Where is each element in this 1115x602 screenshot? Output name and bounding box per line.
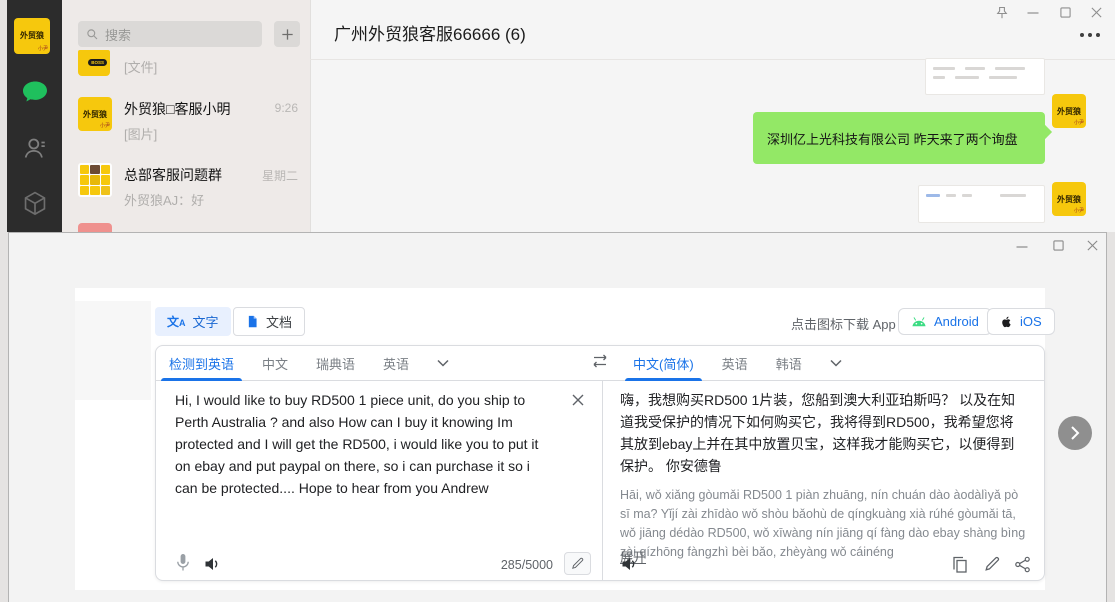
target-more-languages[interactable] <box>830 345 842 381</box>
document-icon <box>246 314 259 329</box>
tab-detected-language[interactable]: 检测到英语 <box>169 345 234 381</box>
android-label: Android <box>934 314 979 329</box>
plus-icon <box>280 27 295 42</box>
tab-document-label: 文档 <box>266 312 292 331</box>
chat-preview: [文件] <box>124 57 157 76</box>
tab-source-language[interactable]: 瑞典语 <box>316 345 355 381</box>
chat-avatar: 外贸狼 小尹 <box>78 97 112 131</box>
tab-text-label: 文字 <box>193 312 219 331</box>
chats-icon[interactable] <box>21 79 49 104</box>
translator-minimize-button[interactable] <box>1016 245 1028 249</box>
next-page-button[interactable] <box>1058 416 1092 450</box>
chat-list-item[interactable]: 总部客服问题群 星期二 外贸狼AJ：好 <box>62 156 310 222</box>
tab-target-language[interactable]: 中文(简体) <box>633 345 694 381</box>
screen: 外贸狼 小尹 搜索 BOSS [文件] 外贸狼 小尹 <box>0 0 1115 602</box>
tab-source-language[interactable]: 英语 <box>383 345 409 381</box>
message-image[interactable] <box>918 185 1045 223</box>
chat-time: 9:26 <box>275 101 298 115</box>
page-left-gutter <box>75 301 151 400</box>
translator-close-button[interactable] <box>1086 239 1099 252</box>
maximize-button[interactable] <box>1060 7 1071 18</box>
pin-icon[interactable] <box>994 5 1010 21</box>
message-image[interactable] <box>925 58 1045 95</box>
chevron-down-icon <box>830 359 842 367</box>
message-text: 深圳亿上光科技有限公司 昨天来了两个询盘 <box>767 129 1018 148</box>
chat-list-item[interactable]: BOSS [文件] <box>62 44 310 88</box>
download-hint: 点击图标下载 App <box>791 314 896 333</box>
avatar-brand-text: 外贸狼 <box>78 109 112 120</box>
chat-time: 星期二 <box>262 167 298 184</box>
message-bubble[interactable]: 深圳亿上光科技有限公司 昨天来了两个询盘 <box>753 112 1045 164</box>
chevron-down-icon <box>437 359 449 367</box>
source-language-tabs: 检测到英语 中文 瑞典语 英语 <box>169 345 449 381</box>
chat-list-item[interactable]: 外贸狼 小尹 外贸狼□客服小明 9:26 [图片] <box>62 90 310 156</box>
avatar-sub-text: 小尹 <box>1074 207 1084 214</box>
avatar-brand-text: 外贸狼 <box>1052 106 1086 117</box>
chat-name: 外贸狼□客服小明 <box>124 99 230 119</box>
chat-avatar: BOSS <box>78 50 110 76</box>
android-download-button[interactable]: Android <box>898 308 992 335</box>
pinyin-text: Hāi, wǒ xiǎng gòumǎi RD500 1 piàn zhuāng… <box>620 486 1028 562</box>
clear-text-button[interactable] <box>570 392 586 408</box>
moments-cube-icon[interactable] <box>23 190 47 217</box>
listen-source-icon[interactable] <box>204 556 222 572</box>
edit-source-button[interactable] <box>564 552 591 575</box>
source-more-languages[interactable] <box>437 345 449 381</box>
close-button[interactable] <box>1090 6 1103 19</box>
avatar-brand-text: 外贸狼 <box>1052 194 1086 205</box>
user-avatar[interactable]: 外贸狼 小尹 <box>14 18 50 54</box>
android-icon <box>911 316 927 327</box>
chevron-right-icon <box>1070 425 1080 441</box>
avatar-sub-text: 小尹 <box>1074 119 1084 126</box>
tab-target-language[interactable]: 英语 <box>722 345 748 381</box>
chat-preview: 外贸狼AJ：好 <box>124 190 204 209</box>
target-language-tabs: 中文(简体) 英语 韩语 <box>633 345 842 381</box>
suggest-edit-icon[interactable] <box>984 556 1000 572</box>
avatar-badge: BOSS <box>88 59 107 66</box>
ios-download-button[interactable]: iOS <box>987 308 1055 335</box>
char-counter: 285/5000 <box>453 558 553 572</box>
share-icon[interactable] <box>1014 556 1031 573</box>
chat-name: 总部客服问题群 <box>124 165 222 185</box>
avatar-brand-text: 外贸狼 <box>14 30 50 41</box>
tab-source-language[interactable]: 中文 <box>262 345 288 381</box>
pencil-icon <box>571 557 584 570</box>
translated-text: 嗨，我想购买RD500 1片装，您船到澳大利亚珀斯吗？ 以及在知道我受保护的情况… <box>620 389 1022 477</box>
apple-icon <box>1000 315 1013 329</box>
pane-divider <box>602 381 603 581</box>
contacts-icon[interactable] <box>23 136 47 161</box>
close-icon <box>570 392 586 408</box>
tab-text-mode[interactable]: 文A 文字 <box>155 307 231 336</box>
avatar-sub-text: 小尹 <box>38 45 48 52</box>
listen-target-icon[interactable] <box>621 556 639 572</box>
message-avatar[interactable]: 外贸狼 小尹 <box>1052 94 1086 128</box>
copy-icon[interactable] <box>952 556 968 574</box>
more-menu-icon[interactable] <box>1080 33 1100 37</box>
message-avatar[interactable]: 外贸狼 小尹 <box>1052 182 1086 216</box>
microphone-icon[interactable] <box>176 553 190 573</box>
search-icon <box>86 28 99 41</box>
ios-label: iOS <box>1020 314 1042 329</box>
tab-target-language[interactable]: 韩语 <box>776 345 802 381</box>
swap-arrows-icon <box>590 353 610 369</box>
chat-preview: [图片] <box>124 124 157 143</box>
search-placeholder: 搜索 <box>105 25 131 44</box>
source-text-area[interactable]: Hi, I would like to buy RD500 1 piece un… <box>175 389 553 499</box>
swap-languages-button[interactable] <box>590 353 610 369</box>
tab-document-mode[interactable]: 文档 <box>233 307 305 336</box>
conversation-title: 广州外贸狼客服66666 (6) <box>334 20 526 45</box>
avatar-sub-text: 小尹 <box>100 122 110 129</box>
translate-icon: 文A <box>167 316 186 328</box>
translator-maximize-button[interactable] <box>1053 240 1064 251</box>
group-avatar <box>78 163 112 197</box>
minimize-button[interactable] <box>1027 11 1039 15</box>
